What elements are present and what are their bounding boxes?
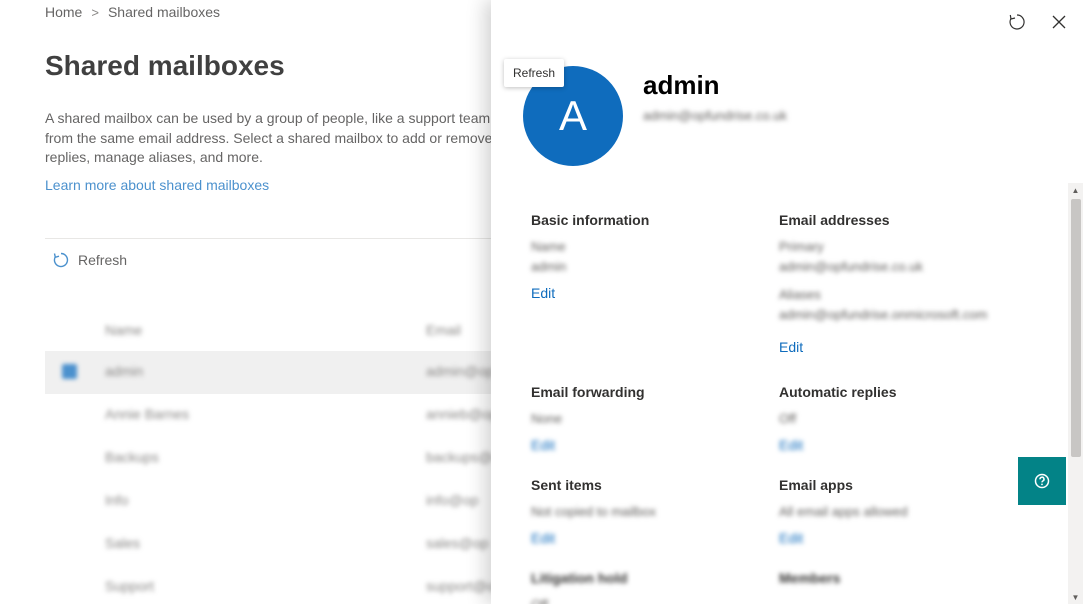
- field-value: All email apps allowed: [779, 504, 908, 519]
- section-title: Sent items: [531, 477, 602, 493]
- section-litigation-hold: Litigation hold Off: [531, 570, 771, 604]
- section-title: Email addresses: [779, 212, 890, 228]
- panel-refresh-button[interactable]: [1007, 12, 1027, 32]
- mailbox-email: admin@opfundrise.co.uk: [643, 108, 787, 123]
- field-value: Not copied to mailbox: [531, 504, 657, 519]
- edit-email-apps-link[interactable]: Edit: [779, 530, 803, 546]
- help-button[interactable]: [1018, 457, 1066, 505]
- field-value: admin@opfundrise.co.uk: [779, 259, 923, 274]
- field-value: Off: [531, 595, 771, 604]
- panel-scrollbar[interactable]: ▲ ▼: [1068, 183, 1083, 604]
- section-email-addresses: Email addresses Primary admin@opfundrise…: [779, 212, 1039, 357]
- field-value: None: [531, 411, 563, 426]
- scroll-thumb[interactable]: [1071, 199, 1081, 457]
- section-title: Email apps: [779, 477, 853, 493]
- section-sent-items: Sent items Not copied to mailbox Edit: [531, 477, 771, 548]
- refresh-tooltip: Refresh: [504, 59, 565, 87]
- field-label: Name: [531, 239, 566, 254]
- section-title: Basic information: [531, 212, 650, 228]
- edit-forwarding-link[interactable]: Edit: [531, 437, 555, 453]
- section-automatic-replies: Automatic replies Off Edit: [779, 384, 1019, 455]
- mailbox-details-panel: A admin admin@opfundrise.co.uk Basic inf…: [491, 0, 1083, 604]
- edit-sent-items-link[interactable]: Edit: [531, 530, 555, 546]
- field-value: admin@opfundrise.onmicrosoft.com: [779, 307, 988, 322]
- section-title: Litigation hold: [531, 570, 628, 586]
- field-label: Aliases: [779, 287, 821, 302]
- section-members: Members: [779, 570, 1019, 595]
- edit-auto-replies-link[interactable]: Edit: [779, 437, 803, 453]
- close-button[interactable]: [1049, 12, 1069, 32]
- edit-email-addresses-link[interactable]: Edit: [779, 339, 803, 355]
- edit-basic-info-link[interactable]: Edit: [531, 285, 555, 301]
- help-icon: [1034, 473, 1050, 489]
- section-title: Members: [779, 570, 841, 586]
- field-value: admin: [531, 259, 567, 274]
- scroll-up-arrow-icon[interactable]: ▲: [1068, 183, 1083, 197]
- refresh-icon: [1009, 14, 1025, 30]
- field-label: Primary: [779, 239, 824, 254]
- field-value: Off: [779, 411, 797, 426]
- mailbox-name: admin: [643, 70, 720, 100]
- section-email-apps: Email apps All email apps allowed Edit: [779, 477, 1019, 548]
- panel-actions: [1007, 12, 1069, 32]
- section-basic-information: Basic information Name admin Edit: [531, 212, 771, 303]
- scroll-down-arrow-icon[interactable]: ▼: [1068, 590, 1083, 604]
- overlay-dim[interactable]: [0, 0, 491, 604]
- panel-content: Basic information Name admin Edit Email …: [491, 183, 1068, 604]
- close-icon: [1052, 15, 1066, 29]
- section-title: Automatic replies: [779, 384, 897, 400]
- section-title: Email forwarding: [531, 384, 645, 400]
- section-email-forwarding: Email forwarding None Edit: [531, 384, 771, 455]
